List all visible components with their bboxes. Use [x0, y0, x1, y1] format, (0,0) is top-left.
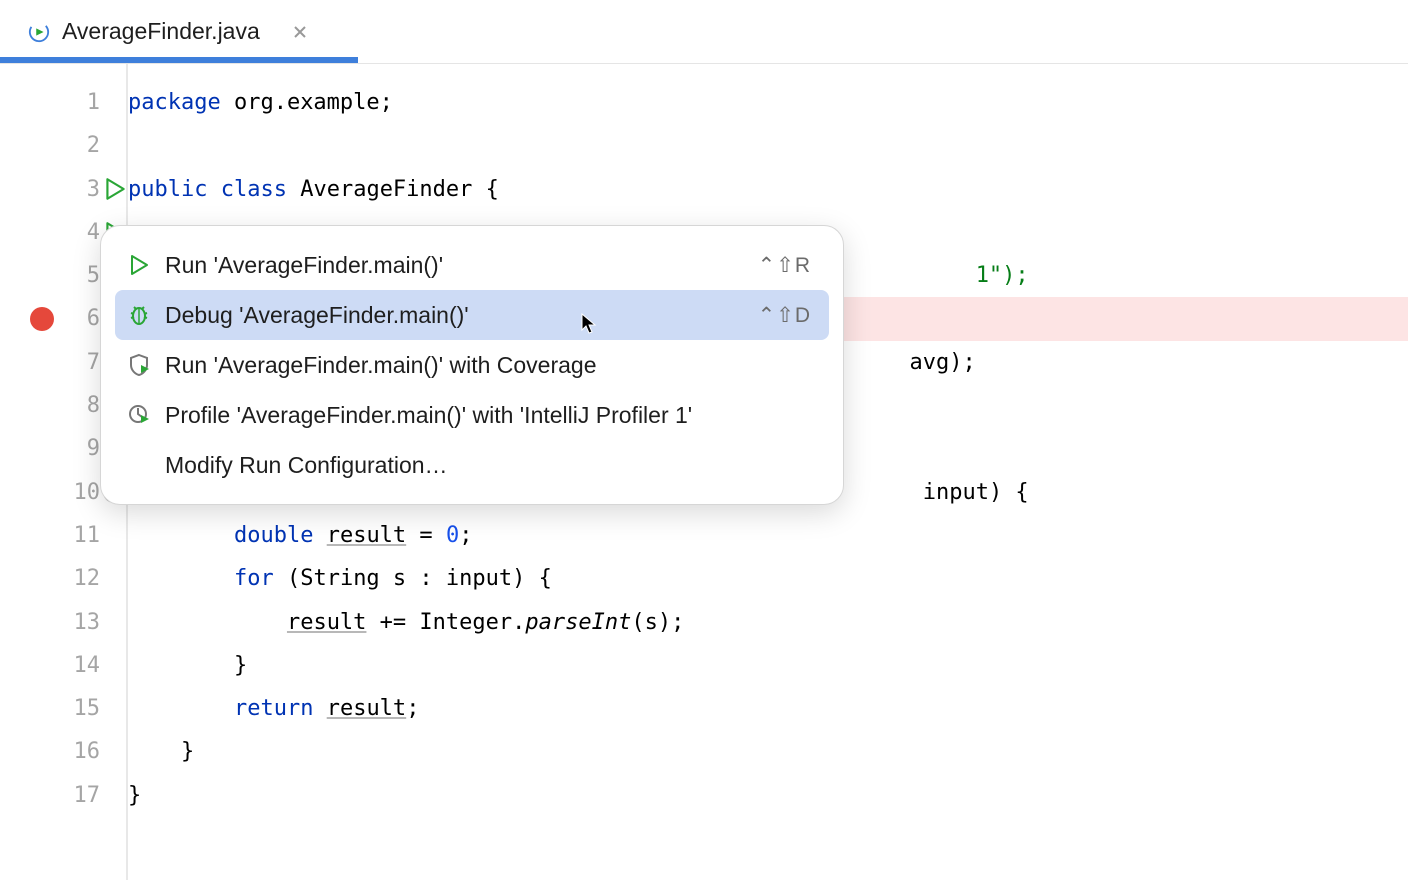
code-line: public class AverageFinder { [128, 168, 1408, 211]
line-number: 7 [78, 341, 100, 384]
line-number: 9 [78, 427, 100, 470]
menu-label: Profile 'AverageFinder.main()' with 'Int… [165, 402, 811, 429]
run-file-icon [28, 21, 50, 43]
code-line: } [128, 644, 1408, 687]
mouse-cursor-icon [580, 313, 600, 335]
line-number: 3 [78, 168, 100, 211]
run-icon [127, 253, 151, 277]
line-number: 12 [74, 557, 101, 600]
menu-item-debug[interactable]: Debug 'AverageFinder.main()' ⌃⇧D [115, 290, 829, 340]
menu-label: Debug 'AverageFinder.main()' [165, 302, 758, 329]
line-number: 1 [78, 81, 100, 124]
menu-label: Run 'AverageFinder.main()' [165, 252, 758, 279]
menu-item-coverage[interactable]: Run 'AverageFinder.main()' with Coverage [115, 340, 829, 390]
code-line: for (String s : input) { [128, 557, 1408, 600]
line-number: 17 [74, 774, 101, 817]
shield-run-icon [127, 353, 151, 377]
line-number: 14 [74, 644, 101, 687]
breakpoint-icon[interactable] [30, 307, 54, 331]
line-number: 2 [78, 124, 100, 167]
tab-filename: AverageFinder.java [62, 18, 260, 45]
code-line: } [128, 774, 1408, 817]
code-line: double result = 0; [128, 514, 1408, 557]
code-line [128, 124, 1408, 167]
line-number: 11 [74, 514, 101, 557]
line-number: 15 [74, 687, 101, 730]
menu-item-run[interactable]: Run 'AverageFinder.main()' ⌃⇧R [115, 240, 829, 290]
menu-label: Modify Run Configuration… [165, 452, 811, 479]
bug-icon [127, 303, 151, 327]
line-number: 5 [78, 254, 100, 297]
close-icon[interactable] [292, 24, 308, 40]
line-number: 13 [74, 601, 101, 644]
tab-bar: AverageFinder.java [0, 0, 1408, 64]
code-line: result += Integer.parseInt(s); [128, 601, 1408, 644]
line-number: 16 [74, 730, 101, 773]
line-number: 8 [78, 384, 100, 427]
run-gutter-icon[interactable] [102, 176, 128, 202]
code-line: } [128, 730, 1408, 773]
menu-item-modify-config[interactable]: Modify Run Configuration… [115, 440, 829, 490]
code-line: return result; [128, 687, 1408, 730]
menu-label: Run 'AverageFinder.main()' with Coverage [165, 352, 811, 379]
line-number: 4 [78, 211, 100, 254]
code-line: package org.example; [128, 81, 1408, 124]
gutter-context-menu: Run 'AverageFinder.main()' ⌃⇧R Debug 'Av… [100, 225, 844, 505]
editor-tab[interactable]: AverageFinder.java [18, 12, 318, 51]
line-number: 10 [74, 471, 101, 514]
tab-active-indicator [0, 57, 358, 63]
line-number: 6 [78, 297, 100, 340]
profiler-icon [127, 403, 151, 427]
menu-shortcut: ⌃⇧D [758, 303, 811, 328]
menu-item-profile[interactable]: Profile 'AverageFinder.main()' with 'Int… [115, 390, 829, 440]
menu-shortcut: ⌃⇧R [758, 253, 811, 278]
